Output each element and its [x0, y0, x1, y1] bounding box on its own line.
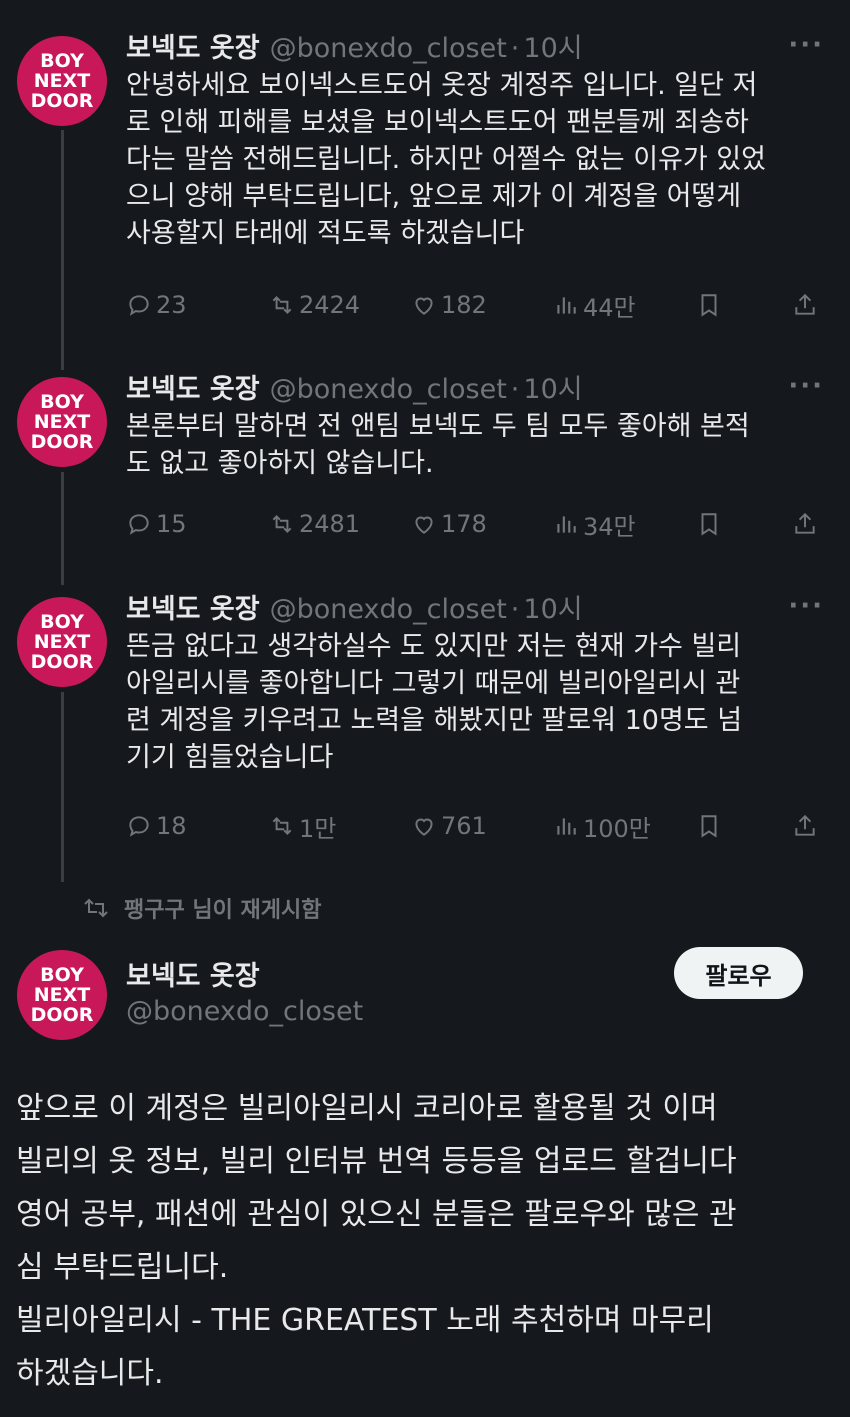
share-button[interactable] — [792, 287, 822, 323]
separator-dot: · — [510, 33, 520, 64]
like-count: 178 — [441, 510, 487, 538]
avatar-logo: BOY NEXT DOOR — [30, 611, 94, 673]
avatar-logo: BOY NEXT DOOR — [30, 964, 94, 1026]
views-button[interactable]: 100만 — [553, 808, 651, 844]
repost-count: 2424 — [299, 291, 361, 319]
like-count: 761 — [441, 812, 487, 840]
share-icon — [795, 512, 815, 534]
share-button[interactable] — [792, 506, 822, 542]
user-handle[interactable]: @bonexdo_closet — [270, 594, 507, 625]
reply-count: 15 — [156, 510, 187, 538]
avatar-logo: BOY NEXT DOOR — [30, 50, 94, 112]
tweet-actions: 18 1만 761 100만 — [126, 808, 826, 844]
bookmark-icon — [701, 815, 717, 838]
user-handle[interactable]: @bonexdo_closet — [270, 33, 507, 64]
heart-icon — [415, 297, 433, 315]
repost-icon — [84, 898, 108, 918]
tweet-header: 보넥도 옷장 @bonexdo_closet · 10시 — [126, 367, 583, 406]
repost-attribution-text: 팽구구 님이 재게시함 — [124, 898, 322, 923]
share-icon — [795, 293, 815, 315]
views-button[interactable]: 44만 — [553, 287, 636, 323]
tweet-actions: 23 2424 182 44만 — [126, 287, 826, 323]
tweet[interactable]: BOY NEXT DOOR 보넥도 옷장 @bonexdo_closet · 10시… — [0, 345, 850, 565]
user-handle[interactable]: @bonexdo_closet — [270, 374, 507, 405]
analytics-icon — [557, 818, 576, 835]
avatar[interactable]: BOY NEXT DOOR — [17, 597, 107, 687]
more-options-icon[interactable]: ··· — [788, 30, 824, 60]
display-name[interactable]: 보넥도 옷장 — [126, 367, 260, 406]
reply-button[interactable]: 18 — [126, 808, 187, 844]
tweet-header: 보넥도 옷장 @bonexdo_closet · 10시 — [126, 587, 583, 626]
views-button[interactable]: 34만 — [553, 506, 636, 542]
repost-attribution[interactable]: 팽구구 님이 재게시함 — [82, 892, 321, 924]
reply-count: 18 — [156, 812, 187, 840]
avatar[interactable]: BOY NEXT DOOR — [17, 377, 107, 467]
user-handle[interactable]: @bonexdo_closet — [126, 996, 363, 1027]
view-count: 44만 — [583, 293, 636, 322]
repost-button[interactable]: 1만 — [269, 808, 336, 844]
more-options-icon[interactable]: ··· — [788, 591, 824, 621]
reply-icon — [129, 816, 149, 837]
like-button[interactable]: 178 — [411, 506, 487, 542]
view-count: 100만 — [583, 814, 651, 843]
repost-icon — [272, 296, 292, 314]
avatar-logo: BOY NEXT DOOR — [30, 391, 94, 453]
bookmark-icon — [701, 513, 717, 536]
repost-count: 1만 — [299, 814, 337, 843]
avatar[interactable]: BOY NEXT DOOR — [17, 36, 107, 126]
timestamp[interactable]: 10시 — [523, 587, 582, 626]
avatar[interactable]: BOY NEXT DOOR — [17, 950, 107, 1040]
tweet-header: 보넥도 옷장 @bonexdo_closet · 10시 — [126, 26, 583, 65]
reply-button[interactable]: 23 — [126, 287, 187, 323]
reply-button[interactable]: 15 — [126, 506, 187, 542]
tweet[interactable]: BOY NEXT DOOR 보넥도 옷장 @bonexdo_closet · 10시… — [0, 565, 850, 875]
separator-dot: · — [510, 594, 520, 625]
analytics-icon — [557, 516, 576, 533]
tweet-text: 앞으로 이 계정은 빌리아일리시 코리아로 활용될 것 이며 빌리의 옷 정보,… — [16, 1091, 737, 1391]
separator-dot: · — [510, 374, 520, 405]
repost-icon — [272, 515, 292, 533]
tweet-text: 뜬금 없다고 생각하실수 도 있지만 저는 현재 가수 빌리 아일리시를 좋아합… — [126, 631, 743, 773]
bookmark-button[interactable] — [696, 506, 726, 542]
bookmark-button[interactable] — [696, 808, 726, 844]
reply-icon — [129, 514, 149, 535]
more-options-icon[interactable]: ··· — [788, 371, 824, 401]
analytics-icon — [557, 297, 576, 314]
repost-button[interactable]: 2424 — [269, 287, 360, 323]
timestamp[interactable]: 10시 — [523, 26, 582, 65]
timestamp[interactable]: 10시 — [523, 367, 582, 406]
tweet-text: 본론부터 말하면 전 앤팀 보넥도 두 팀 모두 좋아해 본적 도 없고 좋아하… — [126, 411, 750, 479]
reply-count: 23 — [156, 291, 187, 319]
reply-icon — [129, 295, 149, 316]
heart-icon — [415, 818, 433, 836]
share-icon — [795, 814, 815, 836]
tweet-actions: 15 2481 178 34만 — [126, 506, 826, 542]
like-count: 182 — [441, 291, 487, 319]
view-count: 34만 — [583, 512, 636, 541]
bookmark-button[interactable] — [696, 287, 726, 323]
display-name[interactable]: 보넥도 옷장 — [126, 26, 260, 65]
share-button[interactable] — [792, 808, 822, 844]
follow-button[interactable]: 팔로우 — [674, 947, 803, 999]
tweet-text: 안녕하세요 보이넥스트도어 옷장 계정주 입니다. 일단 저 로 인해 피해를 … — [126, 70, 766, 249]
like-button[interactable]: 182 — [411, 287, 487, 323]
display-name[interactable]: 보넥도 옷장 — [126, 954, 260, 993]
heart-icon — [415, 516, 433, 534]
repost-button[interactable]: 2481 — [269, 506, 360, 542]
display-name[interactable]: 보넥도 옷장 — [126, 587, 260, 626]
tweet[interactable]: BOY NEXT DOOR 보넥도 옷장 @bonexdo_closet · 10시… — [0, 0, 850, 345]
bookmark-icon — [701, 294, 717, 317]
repost-count: 2481 — [299, 510, 361, 538]
like-button[interactable]: 761 — [411, 808, 487, 844]
repost-icon — [272, 817, 292, 835]
